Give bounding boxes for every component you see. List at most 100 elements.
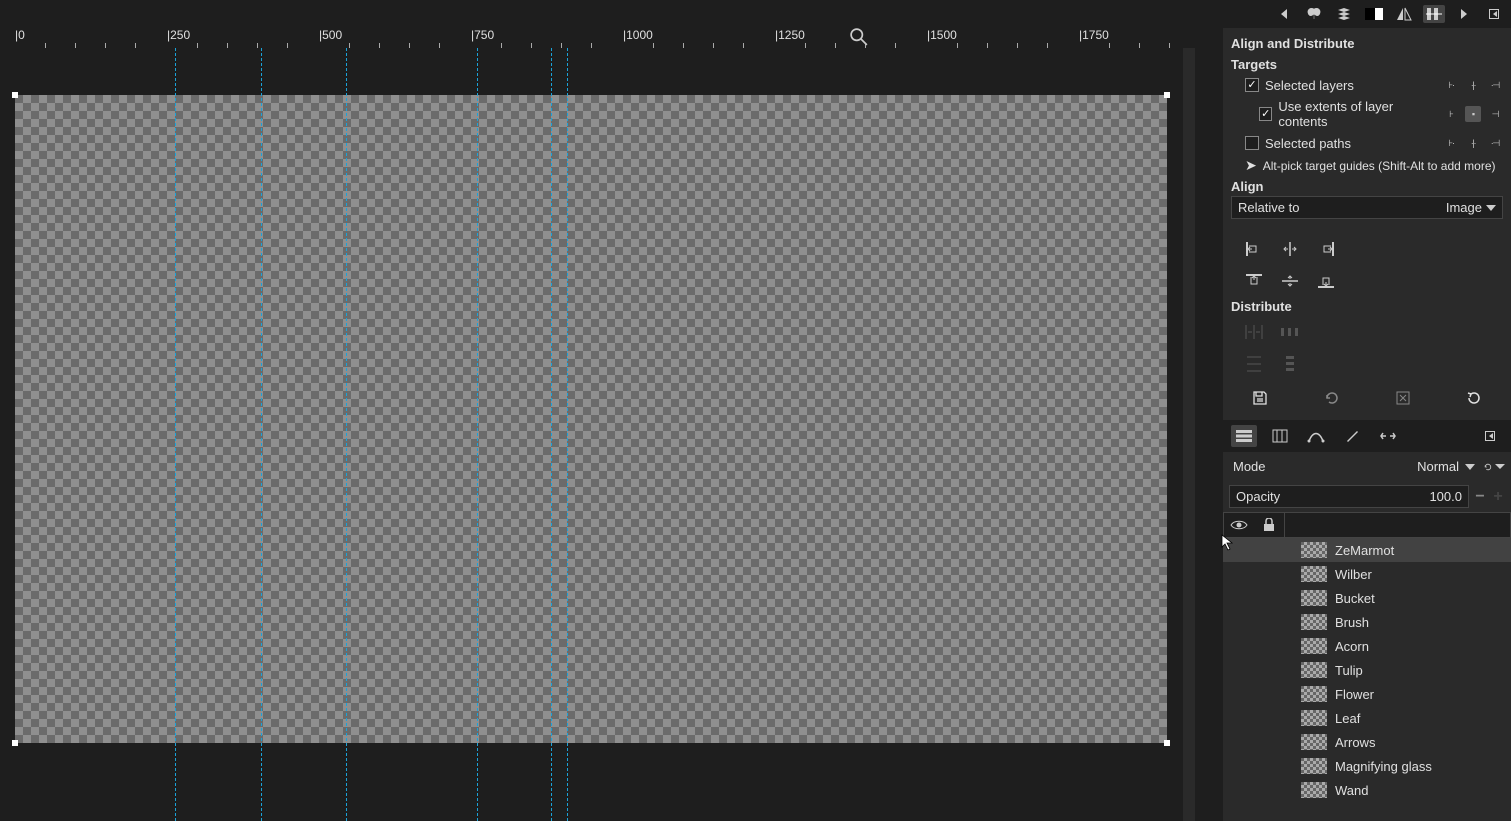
paths-tab-icon[interactable] [1303, 425, 1329, 447]
vertical-guide[interactable] [551, 48, 552, 821]
dock-scroll-right[interactable] [1453, 5, 1475, 23]
layers-stack-icon[interactable] [1333, 5, 1355, 23]
save-icon[interactable] [1249, 388, 1271, 408]
layer-item[interactable]: Magnifying glass [1223, 754, 1511, 778]
align-vcenter-button[interactable] [1279, 271, 1301, 291]
pivot-center-icon[interactable]: ∙|∙ [1465, 77, 1481, 93]
vertical-guide[interactable] [175, 48, 176, 821]
align-hcenter-button[interactable] [1279, 239, 1301, 259]
layer-name-label: ZeMarmot [1335, 543, 1394, 558]
layer-item[interactable]: Wand [1223, 778, 1511, 802]
use-extents-checkbox[interactable] [1259, 107, 1272, 121]
layer-item[interactable]: Arrows [1223, 730, 1511, 754]
vertical-guide[interactable] [261, 48, 262, 821]
ruler-major-tick: |1500 [927, 28, 957, 48]
canvas-scrollbar[interactable] [1183, 48, 1195, 821]
lock-column-icon[interactable] [1254, 518, 1284, 532]
layer-name-label: Magnifying glass [1335, 759, 1432, 774]
pivot-right-icon[interactable]: ∙⊣ [1487, 135, 1503, 151]
vertical-guide[interactable] [567, 48, 568, 821]
gradient-icon[interactable] [1363, 5, 1385, 23]
undo-history-tab-icon[interactable] [1375, 425, 1401, 447]
layer-thumbnail [1301, 542, 1327, 558]
delete-icon [1392, 388, 1414, 408]
canvas-area: |0|250|500|750|1000|1250|1500|1750 [0, 0, 1184, 821]
pivot-center-icon[interactable]: ▪ [1465, 106, 1481, 122]
layer-name-column [1284, 513, 1510, 537]
selected-layers-checkbox[interactable] [1245, 78, 1259, 92]
pivot-left-icon[interactable]: ⊦∙ [1443, 135, 1459, 151]
distribute-v-gap-button [1279, 354, 1301, 374]
vertical-guide[interactable] [346, 48, 347, 821]
layer-item[interactable]: Acorn [1223, 634, 1511, 658]
canvas-handle[interactable] [1164, 92, 1170, 98]
canvas-handle[interactable] [12, 92, 18, 98]
opacity-decrease-button[interactable]: − [1473, 490, 1487, 504]
vertical-guide[interactable] [477, 48, 478, 821]
pivot-center-icon[interactable]: ∙|∙ [1465, 135, 1481, 151]
layer-item[interactable]: ZeMarmot [1223, 538, 1511, 562]
distribute-heading: Distribute [1231, 297, 1503, 316]
picker-arrow-icon: ➤ [1245, 157, 1257, 174]
layer-thumbnail [1301, 734, 1327, 750]
brush-tab-icon[interactable] [1339, 425, 1365, 447]
layer-item[interactable]: Bucket [1223, 586, 1511, 610]
butterfly-icon[interactable] [1303, 5, 1325, 23]
layer-thumbnail [1301, 566, 1327, 582]
align-top-button[interactable] [1243, 271, 1265, 291]
dropdown-caret-icon [1486, 205, 1496, 211]
layer-item[interactable]: Wilber [1223, 562, 1511, 586]
layer-item[interactable]: Flower [1223, 682, 1511, 706]
pivot-right-icon[interactable]: ∙⊣ [1487, 77, 1503, 93]
layer-item[interactable]: Leaf [1223, 706, 1511, 730]
flip-icon[interactable] [1393, 5, 1415, 23]
dock-scroll-left[interactable] [1273, 5, 1295, 23]
align-distribute-tab-icon[interactable] [1423, 5, 1445, 23]
mode-switch-icon[interactable] [1483, 457, 1505, 477]
layers-tab-icon[interactable] [1231, 425, 1257, 447]
channels-tab-icon[interactable] [1267, 425, 1293, 447]
undo-icon [1320, 388, 1342, 408]
pivot-left-icon[interactable]: ⊦ [1443, 106, 1459, 122]
dock-config-icon[interactable] [1483, 5, 1505, 23]
alt-pick-label: Alt-pick target guides (Shift-Alt to add… [1263, 159, 1496, 173]
relative-to-dropdown[interactable]: Relative to Image [1231, 196, 1503, 219]
visibility-column-icon[interactable] [1224, 519, 1254, 531]
layer-mode-row: Mode Normal [1223, 452, 1511, 481]
ruler-major-tick: |1000 [623, 28, 653, 48]
align-bottom-button[interactable] [1315, 271, 1337, 291]
pivot-left-icon[interactable]: ⊦∙ [1443, 77, 1459, 93]
opacity-row: Opacity 100.0 − + [1223, 481, 1511, 512]
ruler-major-tick: |500 [319, 28, 342, 48]
canvas-handle[interactable] [12, 740, 18, 746]
layer-list-header [1223, 512, 1511, 538]
canvas-handle[interactable] [1164, 740, 1170, 746]
relative-to-label: Relative to [1238, 200, 1446, 215]
reset-icon[interactable] [1463, 388, 1485, 408]
opacity-label: Opacity [1236, 489, 1280, 504]
layer-name-label: Leaf [1335, 711, 1360, 726]
zoom-icon[interactable] [850, 28, 868, 46]
dock-config-icon[interactable] [1477, 425, 1503, 447]
mode-label: Mode [1233, 459, 1266, 474]
pivot-right-icon[interactable]: ⊣ [1487, 106, 1503, 122]
selected-paths-row: Selected paths ⊦∙ ∙|∙ ∙⊣ [1231, 132, 1503, 154]
mode-value: Normal [1417, 459, 1459, 474]
selected-paths-checkbox[interactable] [1245, 136, 1259, 150]
align-left-button[interactable] [1243, 239, 1265, 259]
selected-layers-label: Selected layers [1265, 78, 1354, 93]
layer-list[interactable]: ZeMarmot Wilber Bucket Brush Acorn Tulip Flowe… [1223, 538, 1511, 821]
layer-name-label: Acorn [1335, 639, 1369, 654]
canvas[interactable] [15, 95, 1167, 743]
opacity-increase-button[interactable]: + [1491, 490, 1505, 504]
opacity-slider[interactable]: Opacity 100.0 [1229, 485, 1469, 508]
opacity-value: 100.0 [1429, 489, 1462, 504]
layer-name-label: Bucket [1335, 591, 1375, 606]
layer-name-label: Flower [1335, 687, 1374, 702]
blend-mode-dropdown[interactable]: Mode Normal [1229, 456, 1479, 477]
ruler-horizontal[interactable]: |0|250|500|750|1000|1250|1500|1750 [0, 28, 1184, 48]
layer-item[interactable]: Tulip [1223, 658, 1511, 682]
layer-thumbnail [1301, 590, 1327, 606]
align-right-button[interactable] [1315, 239, 1337, 259]
layer-item[interactable]: Brush [1223, 610, 1511, 634]
